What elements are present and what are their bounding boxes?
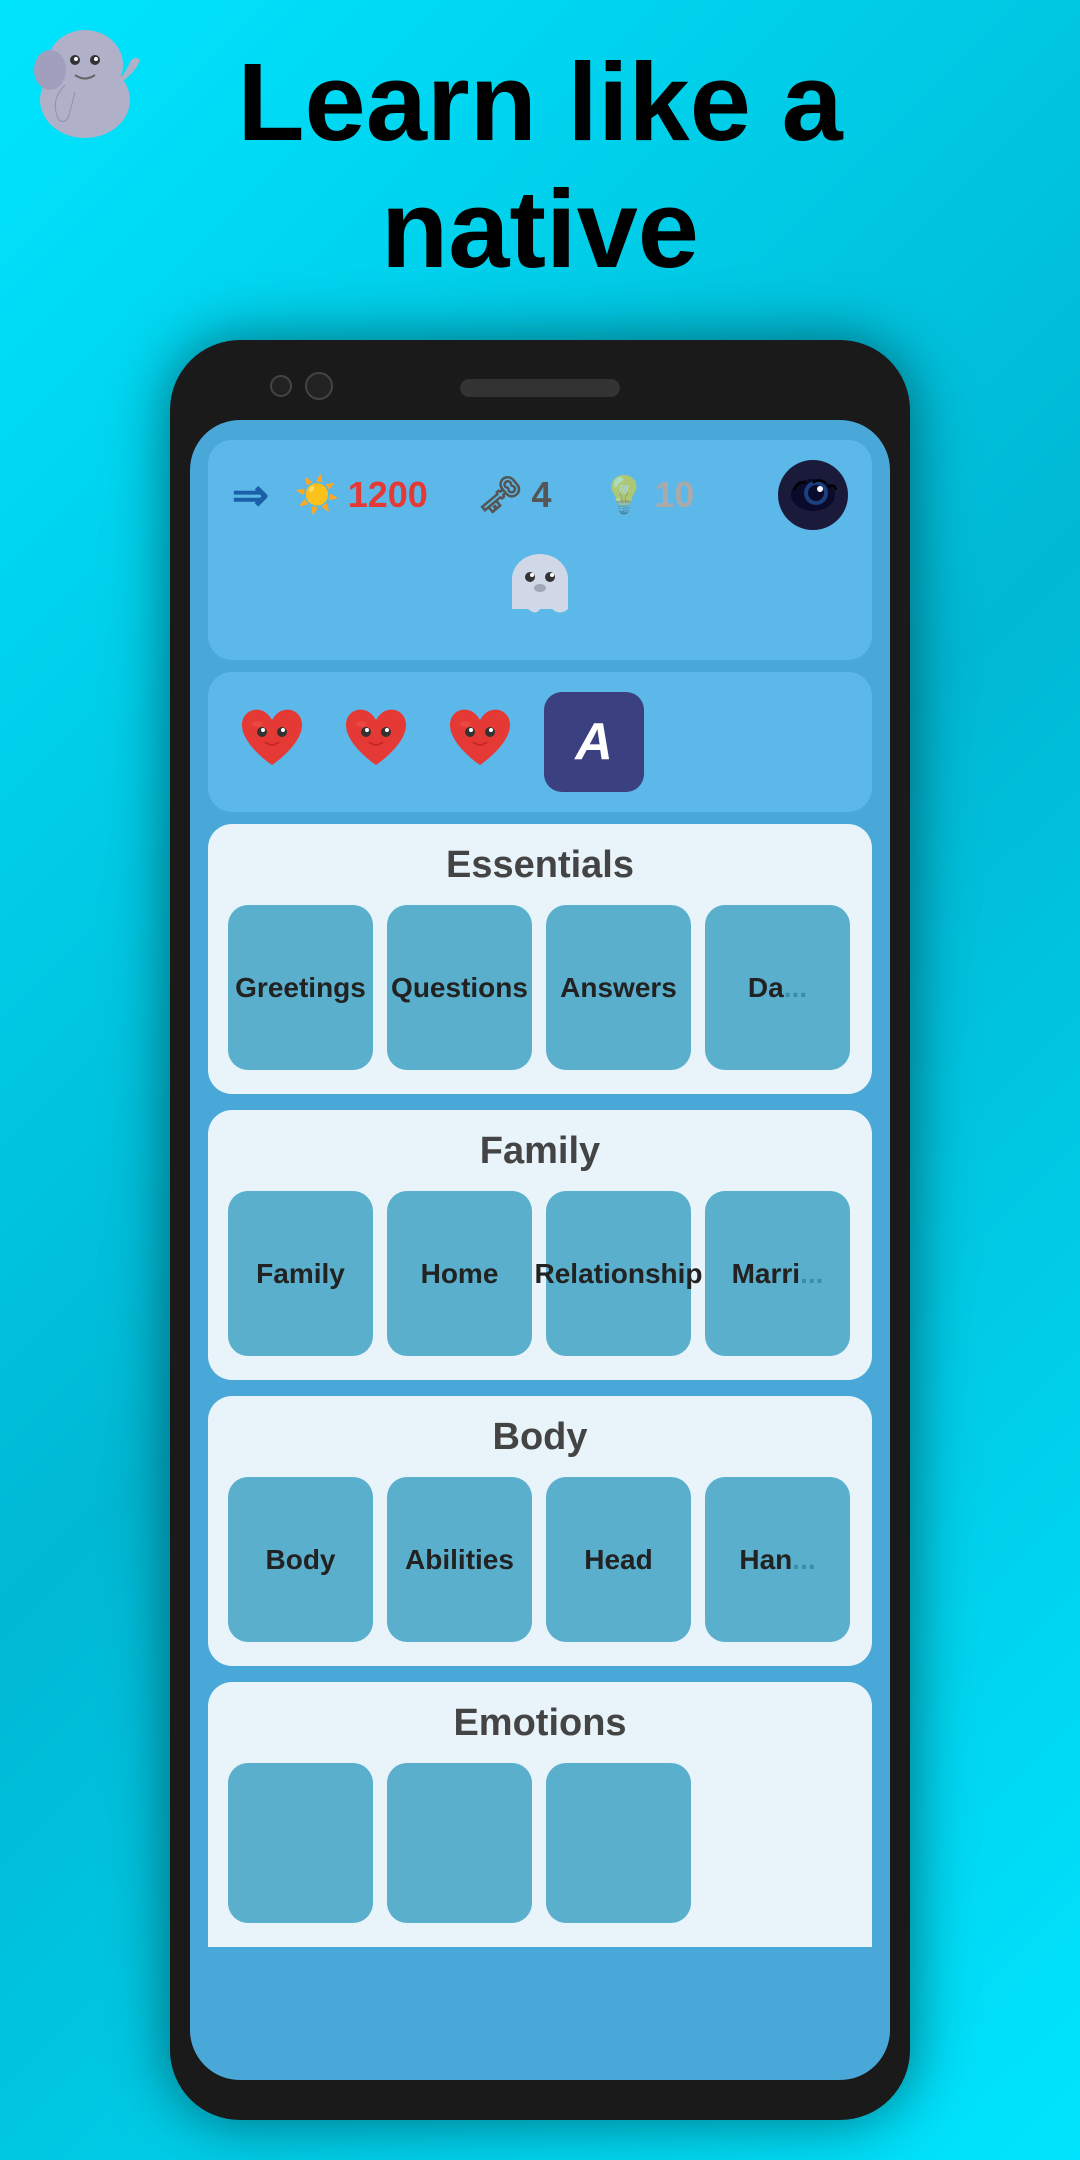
body-item[interactable]: Body: [228, 1477, 373, 1642]
heart-2: [336, 700, 416, 785]
questions-item[interactable]: Questions: [387, 905, 532, 1070]
key-count: 4: [532, 474, 552, 516]
emotions-section: Emotions: [208, 1682, 872, 1947]
eye-button[interactable]: [778, 460, 848, 530]
phone-notch: [190, 360, 890, 415]
key-stat: 🗝 4: [478, 474, 552, 516]
body-grid: Body Abilities Head Han...: [228, 1477, 852, 1642]
days-item[interactable]: Da...: [705, 905, 850, 1070]
essentials-title: Essentials: [228, 844, 852, 887]
emotions-title: Emotions: [228, 1702, 852, 1745]
head-item[interactable]: Head: [546, 1477, 691, 1642]
family-item[interactable]: Family: [228, 1191, 373, 1356]
relationship-item[interactable]: Relationship: [546, 1191, 691, 1356]
emotions-item-3[interactable]: [546, 1763, 691, 1923]
hands-item[interactable]: Han...: [705, 1477, 850, 1642]
ghost-mascot: [232, 544, 848, 636]
sun-count: 1200: [348, 474, 428, 516]
arrows-icon[interactable]: ⇒: [232, 470, 269, 521]
home-item[interactable]: Home: [387, 1191, 532, 1356]
essentials-section: Essentials Greetings Questions Answers D…: [208, 824, 872, 1094]
main-title: Learn like a native: [0, 40, 1080, 293]
sun-stat: ☀️ 1200: [295, 474, 428, 516]
body-title: Body: [228, 1416, 852, 1459]
answers-item[interactable]: Answers: [546, 905, 691, 1070]
lives-card: A: [208, 672, 872, 812]
body-section: Body Body Abilities Head Han...: [208, 1396, 872, 1666]
mascot-elephant: [20, 20, 150, 150]
greetings-item[interactable]: Greetings: [228, 905, 373, 1070]
family-section: Family Family Home Relationship Marri...: [208, 1110, 872, 1380]
emotions-item-1[interactable]: [228, 1763, 373, 1923]
family-title: Family: [228, 1130, 852, 1173]
hint-icon: 💡: [602, 474, 647, 516]
essentials-grid: Greetings Questions Answers Da...: [228, 905, 852, 1070]
emotions-item-2[interactable]: [387, 1763, 532, 1923]
marriage-item[interactable]: Marri...: [705, 1191, 850, 1356]
phone-frame: ⇒ ☀️ 1200 🗝 4 💡 10: [170, 340, 910, 2120]
hint-count: 10: [654, 474, 694, 516]
camera-left: [270, 375, 292, 397]
speaker: [460, 379, 620, 397]
stats-card: ⇒ ☀️ 1200 🗝 4 💡 10: [208, 440, 872, 660]
top-area: Learn like a native: [0, 0, 1080, 293]
phone-screen: ⇒ ☀️ 1200 🗝 4 💡 10: [190, 420, 890, 2080]
stats-row: ⇒ ☀️ 1200 🗝 4 💡 10: [232, 460, 848, 530]
sun-icon: ☀️: [295, 474, 340, 516]
heart-3: [440, 700, 520, 785]
hint-stat: 💡 10: [602, 474, 695, 516]
emotions-grid: [228, 1763, 852, 1923]
heart-1: [232, 700, 312, 785]
vocab-button[interactable]: A: [544, 692, 644, 792]
key-icon: 🗝: [478, 474, 524, 516]
camera-right: [305, 372, 333, 400]
family-grid: Family Home Relationship Marri...: [228, 1191, 852, 1356]
abilities-item[interactable]: Abilities: [387, 1477, 532, 1642]
